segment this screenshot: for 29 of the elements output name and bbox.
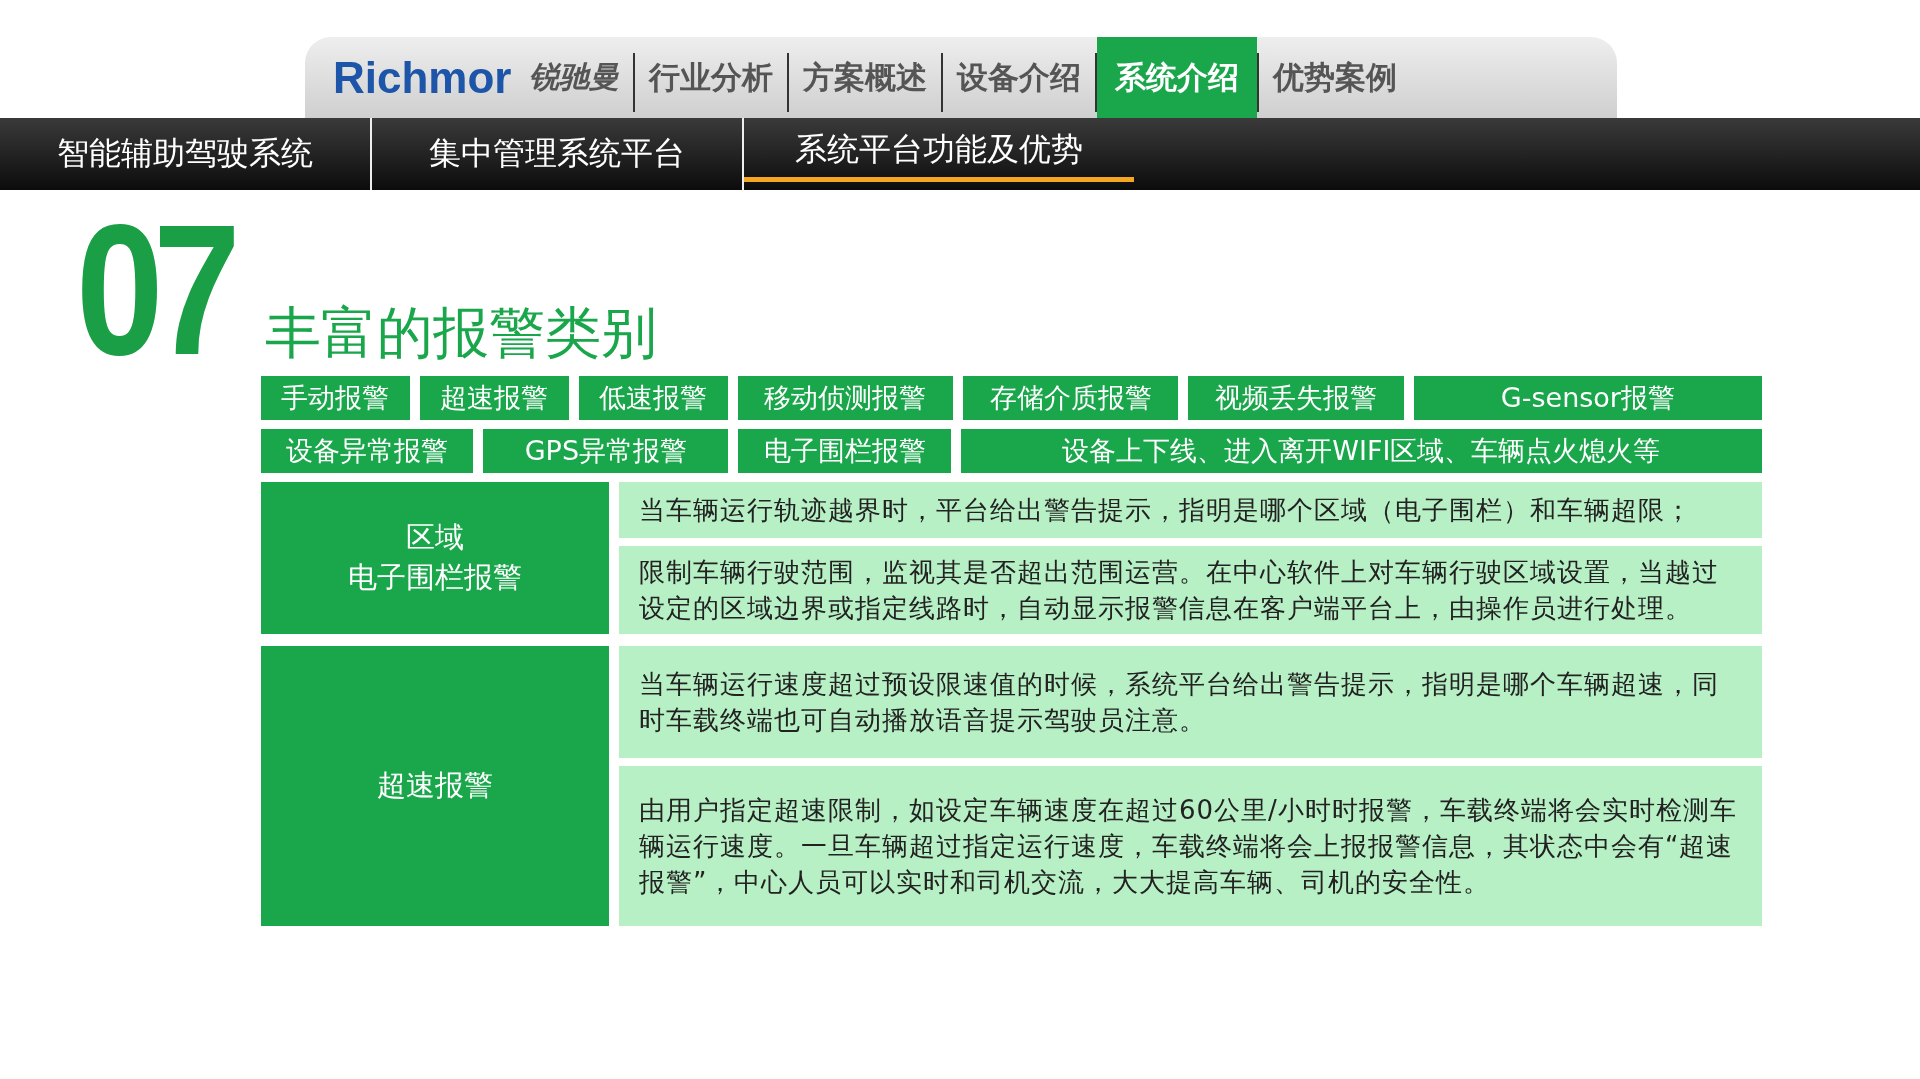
logo-chinese: 锐驰曼: [529, 58, 620, 96]
sub-nav-tab[interactable]: 集中管理系统平台: [372, 118, 744, 190]
alarm-type-tag: 设备上下线、进入离开WIFI区域、车辆点火熄火等: [960, 429, 1762, 473]
description-cell: 由用户指定超速限制，如设定车辆速度在超过60公里/小时时报警，车载终端将会实时检测车辆运行速度。一旦车辆超过指定运行速度，车载终端将会上报报警信息，其状态中会有“超速报警”，中心人员可以实时和司机交流，大大提高车辆、司机的安全性。: [619, 766, 1762, 926]
alarm-label-cell: 区域 电子围栏报警: [261, 482, 609, 634]
nav-tab[interactable]: 设备介绍: [943, 37, 1096, 118]
nav-tab[interactable]: 系统介绍: [1097, 37, 1258, 118]
description-cell: 限制车辆行驶范围，监视其是否超出范围运营。在中心软件上对车辆行驶区域设置，当越过设定的区域边界或指定线路时，自动显示报警信息在客户端平台上，由操作员进行处理。: [619, 546, 1762, 634]
alarm-type-tag: 手动报警: [261, 376, 410, 420]
sub-nav-tab[interactable]: 系统平台功能及优势: [744, 122, 1134, 182]
alarm-type-tag: 存储介质报警: [963, 376, 1179, 420]
section-number: 07: [76, 220, 231, 360]
alarm-type-tag: G-sensor报警: [1413, 376, 1762, 420]
alarm-type-tag: 移动侦测报警: [737, 376, 954, 420]
logo-brand[interactable]: Richmor: [333, 52, 512, 103]
nav-tab[interactable]: 行业分析: [635, 37, 788, 118]
alarm-type-tag: 视频丢失报警: [1188, 376, 1404, 420]
alarm-type-tag: 电子围栏报警: [738, 429, 951, 473]
description-cell: 当车辆运行轨迹越界时，平台给出警告提示，指明是哪个区域（电子围栏）和车辆超限；: [619, 482, 1762, 538]
alarm-type-tag: GPS异常报警: [483, 429, 729, 473]
alarm-label-cell: 超速报警: [261, 646, 609, 926]
alarm-type-tag: 低速报警: [578, 376, 728, 420]
nav-tab[interactable]: 优势案例: [1259, 37, 1412, 118]
alarm-type-tag: 超速报警: [419, 376, 569, 420]
alarm-type-tag: 设备异常报警: [261, 429, 474, 473]
description-cell: 当车辆运行速度超过预设限速值的时候，系统平台给出警告提示，指明是哪个车辆超速，同时车载终端也可自动播放语音提示驾驶员注意。: [619, 646, 1762, 758]
nav-tab[interactable]: 方案概述: [789, 37, 942, 118]
section-title: 丰富的报警类别: [265, 299, 657, 367]
sub-nav-tab[interactable]: 智能辅助驾驶系统: [0, 118, 372, 190]
